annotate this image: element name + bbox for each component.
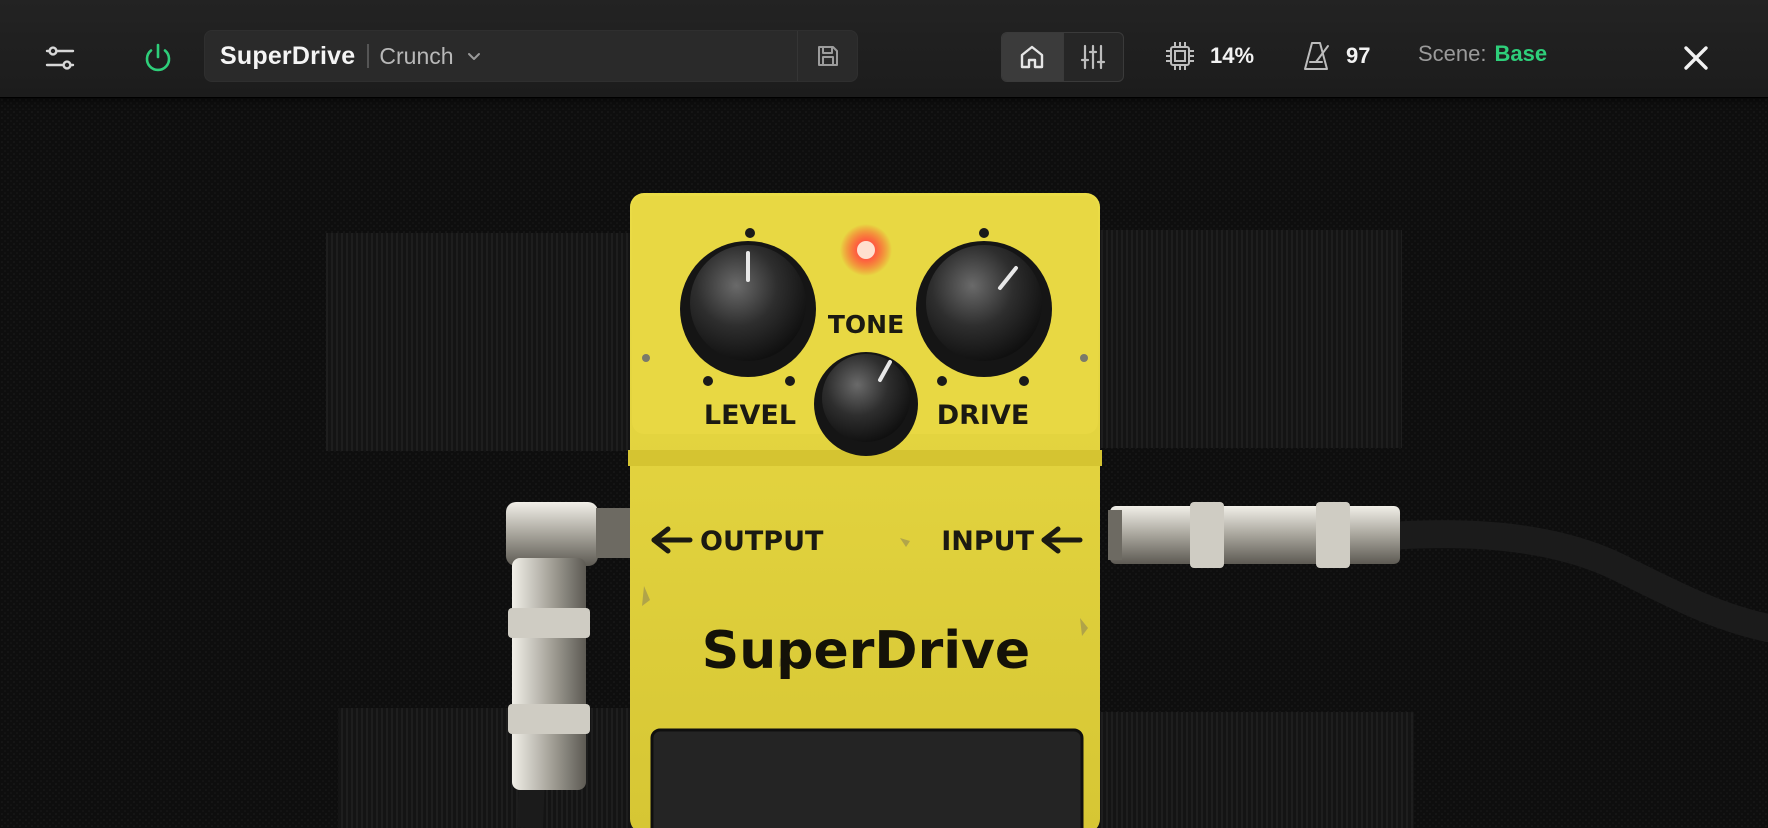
mixer-view-button[interactable]: [1062, 33, 1124, 81]
power-icon: [145, 43, 171, 72]
save-preset-button[interactable]: [797, 31, 857, 81]
home-icon: [1021, 45, 1044, 69]
input-jack-plug: [1108, 502, 1400, 568]
drive-label: DRIVE: [937, 400, 1030, 431]
pedal-brand-text: SuperDrive: [702, 621, 1030, 681]
tone-label: TONE: [828, 310, 904, 339]
scene-selector[interactable]: Scene: Base: [1418, 41, 1547, 67]
close-icon: [1684, 46, 1708, 70]
save-icon: [817, 46, 838, 66]
scene-value: Base: [1494, 41, 1548, 66]
tempo-control[interactable]: 97: [1302, 36, 1370, 76]
power-button[interactable]: [134, 34, 182, 82]
preset-selector[interactable]: SuperDrive Crunch: [204, 30, 858, 82]
cpu-icon: [1166, 42, 1194, 70]
tone-knob[interactable]: [814, 352, 918, 456]
chevron-down-icon[interactable]: [466, 48, 482, 64]
cpu-value: 14%: [1210, 43, 1255, 68]
close-button[interactable]: [1676, 36, 1716, 80]
preset-variant: Crunch: [379, 42, 454, 69]
pedal-stage: TONE LEVEL DRIVE OUTPUT INPUT SuperDrive: [0, 98, 1768, 828]
mixer-icon: [1081, 44, 1106, 70]
velcro-strip-right-top: [1098, 230, 1402, 448]
level-label: LEVEL: [704, 400, 796, 431]
preset-name: SuperDrive: [220, 41, 356, 70]
scene-label: Scene:: [1418, 41, 1487, 66]
velcro-strip-left-top: [326, 233, 632, 451]
settings-menu-button[interactable]: [36, 34, 84, 82]
home-view-button[interactable]: [1002, 33, 1063, 81]
input-label: INPUT: [941, 526, 1034, 557]
cpu-meter: 14%: [1164, 36, 1254, 76]
velcro-strip-left-bottom: [338, 708, 638, 828]
tempo-value: 97: [1346, 43, 1371, 68]
preset-separator: [367, 44, 370, 68]
sliders-menu-icon: [45, 46, 75, 70]
output-label: OUTPUT: [700, 526, 824, 557]
view-toggle-group: [1001, 32, 1124, 82]
footswitch[interactable]: [650, 728, 1084, 828]
top-toolbar: SuperDrive Crunch 14% 97 Scene: Base: [0, 0, 1768, 98]
velcro-strip-right-bottom: [1100, 712, 1414, 828]
metronome-icon: [1304, 42, 1329, 70]
